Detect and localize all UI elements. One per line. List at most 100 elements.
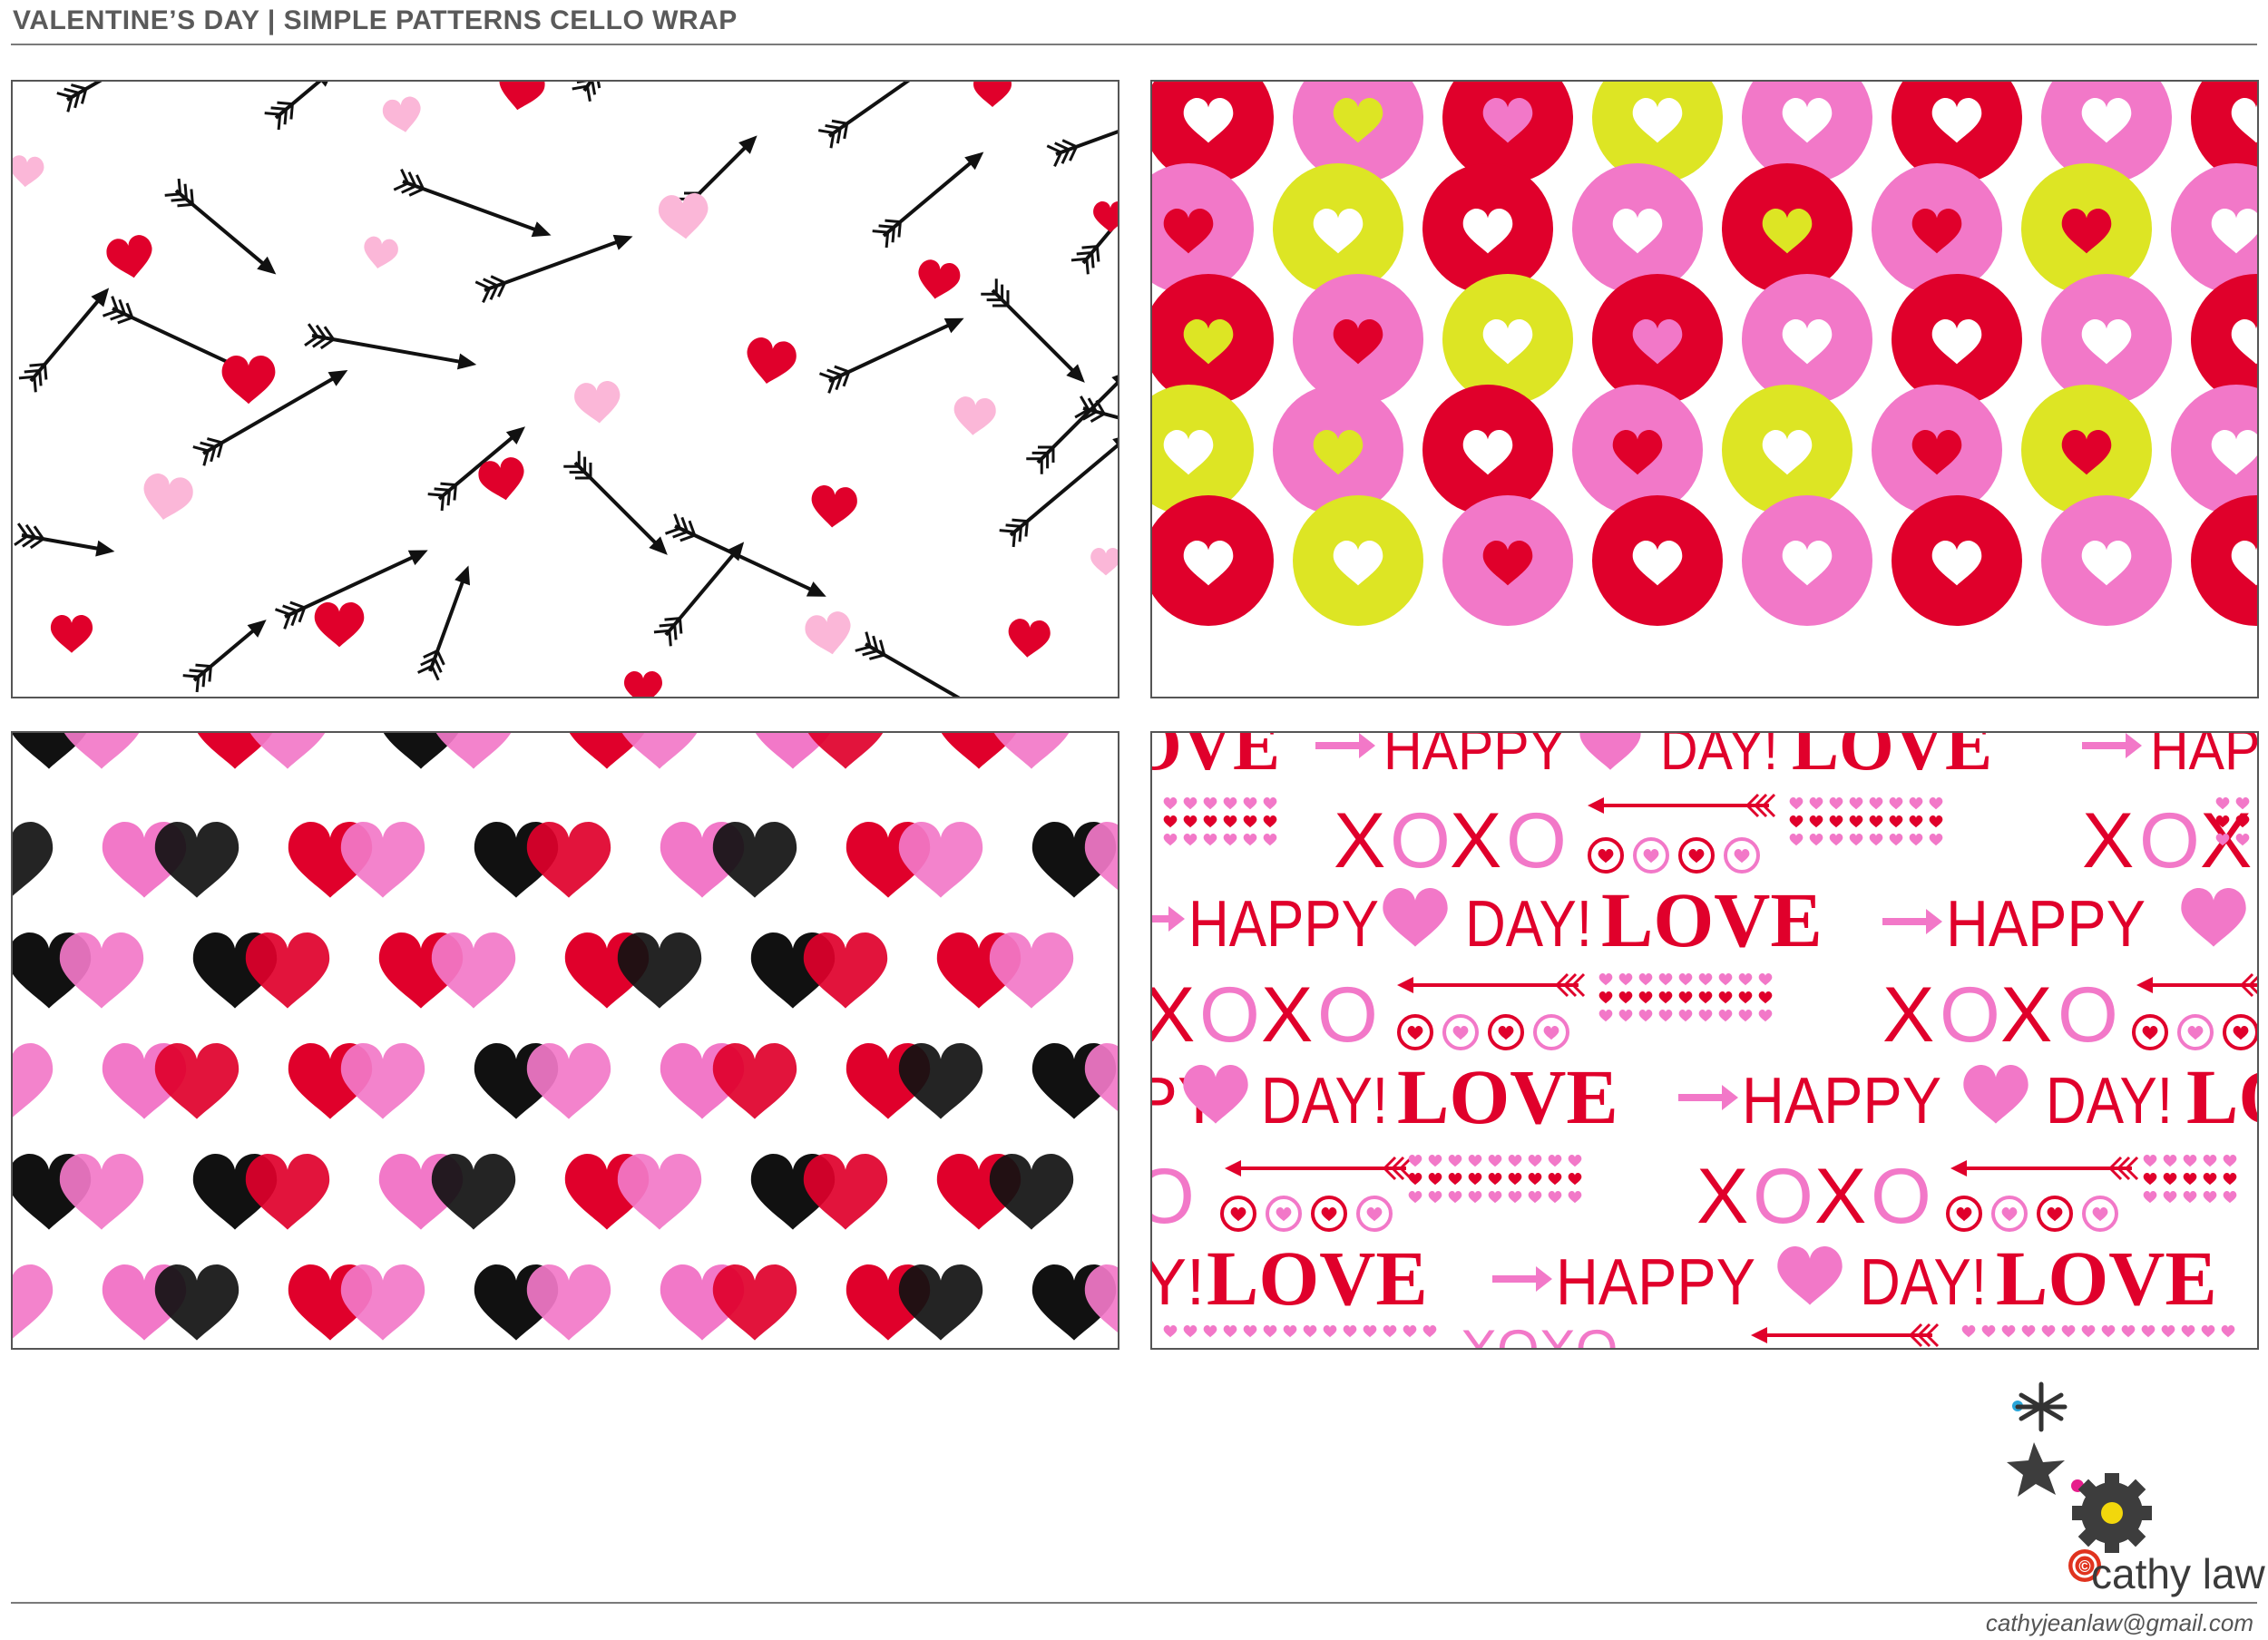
small-heart (2061, 1325, 2076, 1338)
small-heart (1203, 815, 1217, 828)
arrow-shape (872, 151, 984, 249)
heart-shape (973, 82, 1012, 107)
heart-right (803, 932, 888, 1009)
small-heart (2181, 1325, 2195, 1338)
arrow-shape (664, 513, 826, 597)
heart-shape (143, 473, 193, 521)
heart-shape (1008, 619, 1051, 658)
arrow-shape (855, 631, 1001, 697)
heart-right (621, 733, 698, 769)
heart-pair (660, 822, 797, 898)
header-rule (11, 44, 2257, 45)
small-heart (1568, 1155, 1582, 1167)
day-word: DAY! (2046, 1065, 2173, 1137)
heart-dot (2171, 385, 2257, 515)
small-hearts-grid (1163, 1325, 1437, 1338)
heart-right (807, 733, 884, 769)
heart-shape (805, 611, 851, 655)
small-heart (1163, 797, 1178, 810)
small-heart (1448, 1155, 1462, 1167)
small-heart (1203, 834, 1217, 846)
arrow-shape (1046, 124, 1118, 167)
small-heart (1243, 1325, 1257, 1338)
small-heart (1448, 1191, 1462, 1204)
heart-shape (953, 396, 996, 435)
love-word: LOVE (1397, 1053, 1618, 1140)
long-arrow-icon (1225, 1156, 1413, 1181)
small-heart (1758, 1010, 1773, 1022)
happy-word: HAPPY (1946, 888, 2146, 961)
small-heart (1183, 815, 1198, 828)
small-heart (1678, 991, 1693, 1004)
small-heart (1738, 991, 1753, 1004)
heart-dot (2021, 163, 2152, 294)
heart-ring (2082, 1196, 2118, 1232)
heart-ring (1533, 1014, 1569, 1050)
heart-right (1084, 822, 1118, 890)
heart-right (340, 1264, 425, 1341)
heart-dot (1273, 385, 1403, 515)
small-hearts-grid (2143, 1155, 2237, 1204)
heart-right (712, 822, 797, 898)
day-word: DAY! (1261, 1065, 1388, 1137)
small-heart (1738, 1010, 1753, 1022)
small-heart (1889, 797, 1903, 810)
heart-ring (2132, 1014, 2168, 1050)
heart-pair (755, 733, 884, 769)
heart-pair (102, 1264, 240, 1341)
heart-right (13, 822, 54, 896)
arrow-shape (818, 317, 964, 394)
heart-shape (221, 356, 276, 405)
xoxo-o: O (1940, 971, 2000, 1059)
heart-dot (1152, 495, 1274, 626)
heart-dot (2191, 495, 2257, 626)
brand-name: cathy law (2091, 1550, 2265, 1597)
heart-dot (1442, 495, 1573, 626)
small-heart (1568, 1191, 1582, 1204)
arrow-shape (14, 522, 115, 557)
small-heart (2143, 1155, 2157, 1167)
heart-ring (1356, 1196, 1393, 1232)
small-heart (2203, 1173, 2217, 1186)
long-arrow-icon (1397, 972, 1586, 998)
small-heart (2101, 1325, 2116, 1338)
page-title: VALENTINE’S DAY | SIMPLE PATTERNS CELLO … (13, 5, 738, 35)
small-heart (1929, 815, 1943, 828)
small-heart (1468, 1191, 1482, 1204)
heart-pair (288, 822, 425, 898)
heart-shape (574, 381, 621, 424)
long-arrow-icon (2136, 972, 2257, 998)
xoxo-o: O (1199, 971, 1260, 1059)
xoxo-o: O (2139, 797, 2200, 884)
small-heart (1658, 991, 1673, 1004)
small-heart (2161, 1325, 2175, 1338)
small-heart (2223, 1173, 2237, 1186)
small-heart (1829, 815, 1843, 828)
heart-right (898, 1264, 983, 1341)
heart-dot (2191, 274, 2257, 405)
small-heart (1263, 797, 1277, 810)
xoxo-o: O (1871, 1153, 1931, 1240)
heart-pair (13, 1264, 54, 1339)
heart-dot (1892, 495, 2022, 626)
ring-heart (1688, 849, 1705, 864)
day-word-fragment: Y! (1152, 1246, 1205, 1319)
small-heart (1889, 834, 1903, 846)
heart-dot (1722, 163, 1853, 294)
arrow-shape (563, 451, 668, 555)
small-heart (1223, 815, 1237, 828)
small-heart (2163, 1173, 2177, 1186)
day-word: DAY! (1465, 888, 1592, 961)
small-heart (1363, 1325, 1377, 1338)
heart-pair (13, 733, 140, 769)
small-heart (1929, 797, 1943, 810)
small-heart (1303, 1325, 1317, 1338)
big-heart (1963, 1065, 2028, 1124)
heart-pair (564, 932, 702, 1009)
small-heart (2121, 1325, 2136, 1338)
heart-dot (1722, 385, 1853, 515)
arrow-shape (653, 542, 745, 647)
heart-right (431, 932, 516, 1009)
heart-pair (13, 1154, 144, 1230)
arrow-shape (981, 278, 1085, 383)
